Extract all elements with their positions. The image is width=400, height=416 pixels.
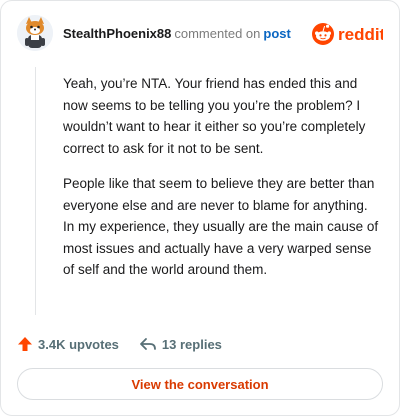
post-link[interactable]: post [263,26,290,41]
reddit-logo-icon: reddit [312,23,383,45]
reddit-logo[interactable]: reddit [311,19,383,47]
byline: StealthPhoenix88 commented on post [63,26,291,41]
view-conversation-button[interactable]: View the conversation [17,368,383,400]
brand-wordmark: reddit [338,25,383,44]
commented-on-text: commented on [174,26,261,41]
comment-actions: 3.4K upvotes 13 replies [17,333,222,355]
reply-arrow-icon [140,338,156,350]
comment-header: StealthPhoenix88 commented on post reddit [17,15,383,51]
username-link[interactable]: StealthPhoenix88 [63,26,171,41]
upvote-button[interactable]: 3.4K upvotes [17,336,119,352]
comment-embed-card: StealthPhoenix88 commented on post reddit … [0,0,400,416]
user-avatar[interactable] [17,15,53,51]
reply-count: 13 replies [161,336,222,352]
upvote-count: 3.4K upvotes [38,336,119,352]
comment-paragraph: People like that seem to believe they ar… [63,176,379,277]
comment-body: Yeah, you’re NTA. Your friend has ended … [63,73,381,295]
avatar-fox-icon [17,15,53,51]
replies-button[interactable]: 13 replies [139,336,222,352]
thread-line [35,67,36,315]
comment-paragraph: Yeah, you’re NTA. Your friend has ended … [63,76,366,156]
upvote-arrow-icon [18,337,32,351]
